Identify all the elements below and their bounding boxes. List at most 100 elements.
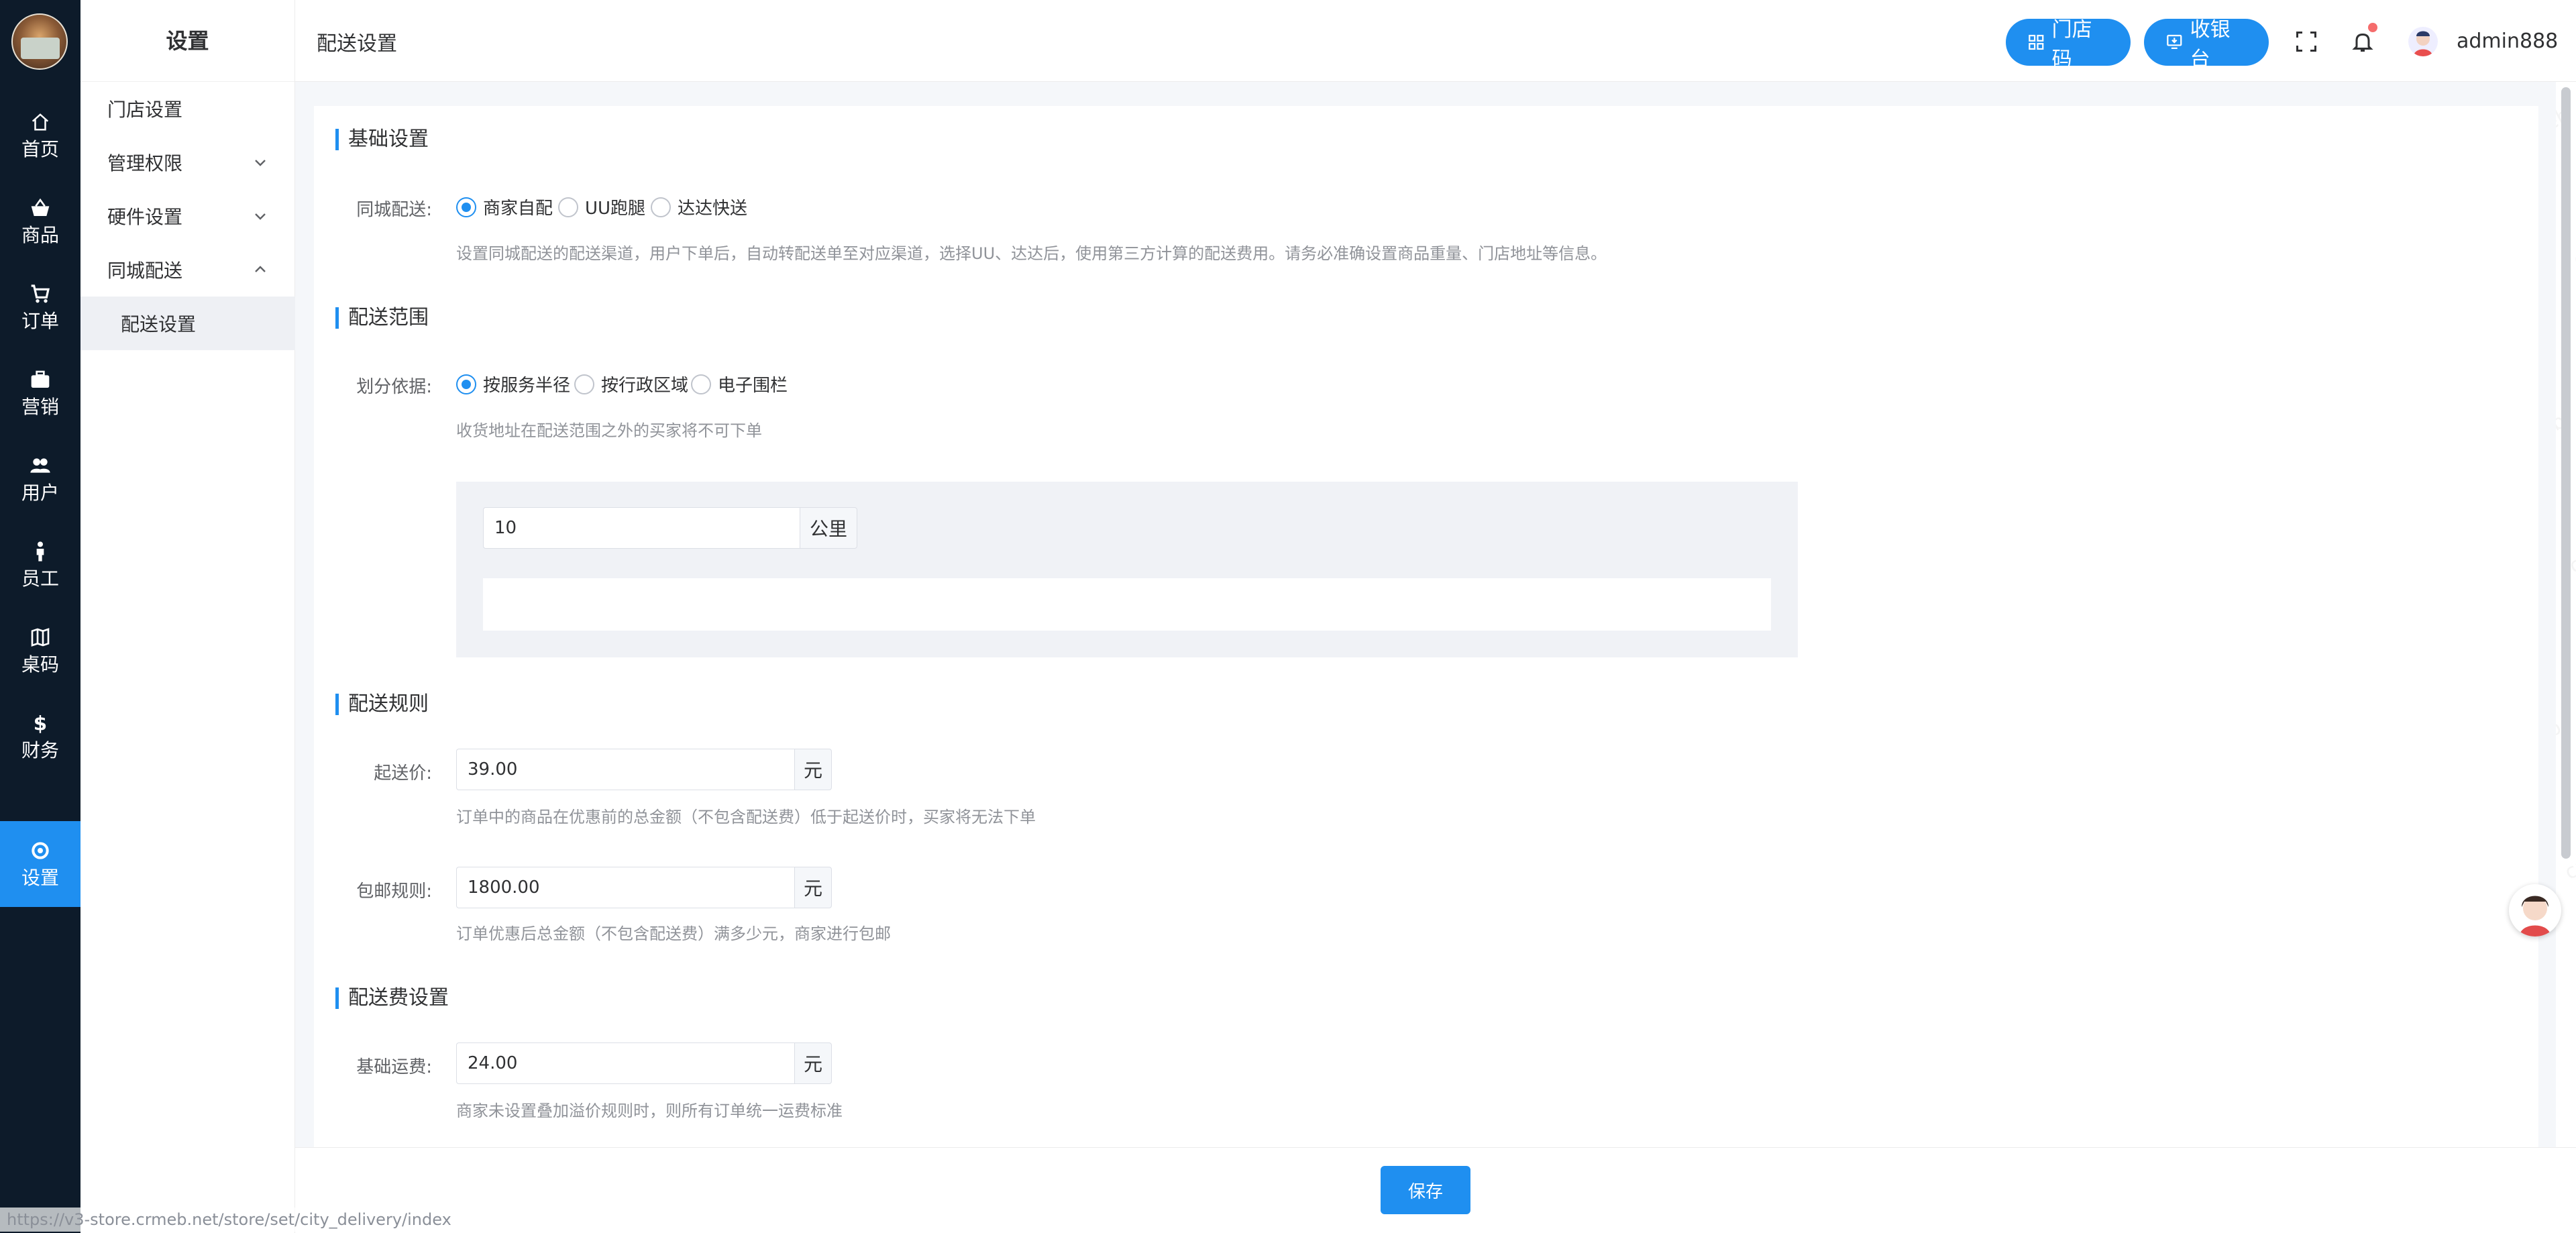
settings-subnav: 设置 门店设置 管理权限 硬件设置 同城配送 配送设置 [80, 0, 295, 1233]
subnav-item-label: 配送设置 [121, 313, 197, 335]
min-order-input-group: 39.00 元 [456, 749, 832, 790]
radio-label: 商家自配 [483, 199, 553, 219]
rail-item-label: 员工 [21, 568, 59, 590]
base-fee-label: 基础运费: [356, 1057, 432, 1077]
radius-unit: 公里 [800, 507, 857, 549]
radio-uu-paotui[interactable]: UU跑腿 [558, 195, 645, 219]
cashier-label: 收银台 [2190, 18, 2231, 71]
subnav-item-city-delivery[interactable]: 同城配送 [80, 243, 295, 297]
subnav-item-hardware[interactable]: 硬件设置 [80, 189, 295, 243]
base-fee-tip: 商家未设置叠加溢价规则时，则所有订单统一运费标准 [456, 1102, 843, 1120]
base-fee-input[interactable]: 24.00 [456, 1042, 794, 1084]
subnav-item-delivery-settings[interactable]: 配送设置 [80, 297, 295, 350]
free-shipping-input-group: 1800.00 元 [456, 867, 832, 908]
range-tip: 收货地址在配送范围之外的买家将不可下单 [456, 421, 762, 440]
svg-text:$: $ [34, 712, 47, 734]
radio-merchant-delivery[interactable]: 商家自配 [456, 195, 553, 219]
rail-item-settings[interactable]: 设置 [0, 821, 80, 907]
delivery-channel-label: 同城配送: [356, 200, 432, 220]
radio-geofence[interactable]: 电子围栏 [691, 372, 788, 396]
rail-item-label: 用户 [21, 482, 59, 504]
status-url: https://v3-store.crmeb.net/store/set/cit… [0, 1208, 458, 1232]
subnav-item-store-settings[interactable]: 门店设置 [80, 82, 295, 136]
rail-item-label: 首页 [21, 138, 59, 160]
radio-dada[interactable]: 达达快送 [651, 195, 747, 219]
customer-service-avatar[interactable] [2509, 884, 2561, 936]
subnav-item-label: 门店设置 [107, 99, 183, 121]
gear-icon [29, 839, 52, 862]
radio-service-radius[interactable]: 按服务半径 [456, 372, 570, 396]
rail-item-table-code[interactable]: 桌码 [0, 608, 80, 694]
page-title: 配送设置 [317, 32, 397, 56]
rail-item-goods[interactable]: 商品 [0, 178, 80, 264]
section-title-fee: 配送费设置 [335, 987, 449, 1009]
save-button[interactable]: 保存 [1381, 1166, 1470, 1214]
subnav-item-label: 管理权限 [107, 152, 183, 174]
chevron-down-icon [255, 213, 266, 220]
radio-admin-region[interactable]: 按行政区域 [574, 372, 688, 396]
basket-icon [29, 197, 52, 219]
monitor-icon [2167, 34, 2182, 49]
rail-item-users[interactable]: 用户 [0, 436, 80, 522]
chevron-up-icon [255, 266, 266, 272]
delivery-channel-tip: 设置同城配送的配送渠道，用户下单后，自动转配送单至对应渠道，选择UU、达达后，使… [456, 244, 1607, 263]
rail-item-label: 商品 [21, 224, 59, 246]
rail-item-finance[interactable]: $ 财务 [0, 694, 80, 780]
store-avatar[interactable] [11, 13, 68, 70]
dollar-icon: $ [29, 712, 52, 735]
range-basis-label: 划分依据: [356, 377, 432, 397]
briefcase-icon [29, 368, 52, 391]
rail-item-label: 营销 [21, 396, 59, 418]
store-code-button[interactable]: 门店码 [2006, 18, 2131, 71]
radio-label: 达达快送 [678, 199, 748, 219]
base-fee-input-group: 24.00 元 [456, 1042, 832, 1084]
free-shipping-unit: 元 [794, 867, 832, 908]
rail-item-label: 财务 [21, 739, 59, 761]
map-icon [29, 626, 52, 649]
min-order-unit: 元 [794, 749, 832, 790]
cashier-button[interactable]: 收银台 [2144, 18, 2269, 71]
radio-label: 按行政区域 [601, 376, 689, 396]
section-title-rules: 配送规则 [335, 694, 429, 715]
main-rail: 首页 商品 订单 营销 用户 员工 桌码 $ 财务 设置 [0, 0, 80, 1233]
store-code-label: 门店码 [2051, 18, 2092, 71]
free-shipping-input[interactable]: 1800.00 [456, 867, 794, 908]
min-order-input[interactable]: 39.00 [456, 749, 794, 790]
home-icon [29, 111, 52, 133]
fullscreen-icon[interactable] [2294, 30, 2318, 54]
rail-item-marketing[interactable]: 营销 [0, 350, 80, 436]
grid-icon [2029, 34, 2044, 50]
chevron-down-icon [255, 160, 266, 166]
top-header: 配送设置 门店码 收银台 admin888 [295, 0, 2576, 82]
rail-item-staff[interactable]: 员工 [0, 522, 80, 608]
radius-input[interactable]: 10 [483, 507, 800, 549]
rail-item-label: 桌码 [21, 653, 59, 676]
min-order-tip: 订单中的商品在优惠前的总金额（不包含配送费）低于起送价时，买家将无法下单 [456, 808, 1036, 826]
avatar[interactable] [2408, 27, 2438, 56]
rail-item-label: 订单 [21, 310, 59, 332]
cart-icon [29, 282, 52, 305]
scrollbar[interactable] [2561, 87, 2571, 859]
users-icon [29, 454, 52, 477]
radio-label: 电子围栏 [718, 376, 788, 396]
bell-icon[interactable] [2351, 30, 2375, 54]
notification-dot [2368, 23, 2377, 32]
person-icon [29, 540, 52, 563]
free-shipping-tip: 订单优惠后总金额（不包含配送费）满多少元，商家进行包邮 [456, 924, 891, 943]
radius-map-area [483, 578, 1771, 631]
subnav-item-permissions[interactable]: 管理权限 [80, 136, 295, 189]
base-fee-unit: 元 [794, 1042, 832, 1084]
min-order-label: 起送价: [374, 763, 432, 784]
radius-input-group: 10 公里 [483, 507, 857, 549]
subnav-item-label: 同城配送 [107, 260, 183, 282]
rail-item-orders[interactable]: 订单 [0, 264, 80, 350]
subnav-title: 设置 [80, 0, 294, 82]
section-title-range: 配送范围 [335, 307, 429, 329]
radio-label: 按服务半径 [483, 376, 571, 396]
rail-item-label: 设置 [21, 867, 59, 889]
username[interactable]: admin888 [2457, 30, 2558, 53]
radio-label: UU跑腿 [585, 199, 646, 219]
free-shipping-label: 包邮规则: [356, 881, 432, 902]
rail-item-home[interactable]: 首页 [0, 93, 80, 178]
section-title-basic: 基础设置 [335, 129, 429, 150]
